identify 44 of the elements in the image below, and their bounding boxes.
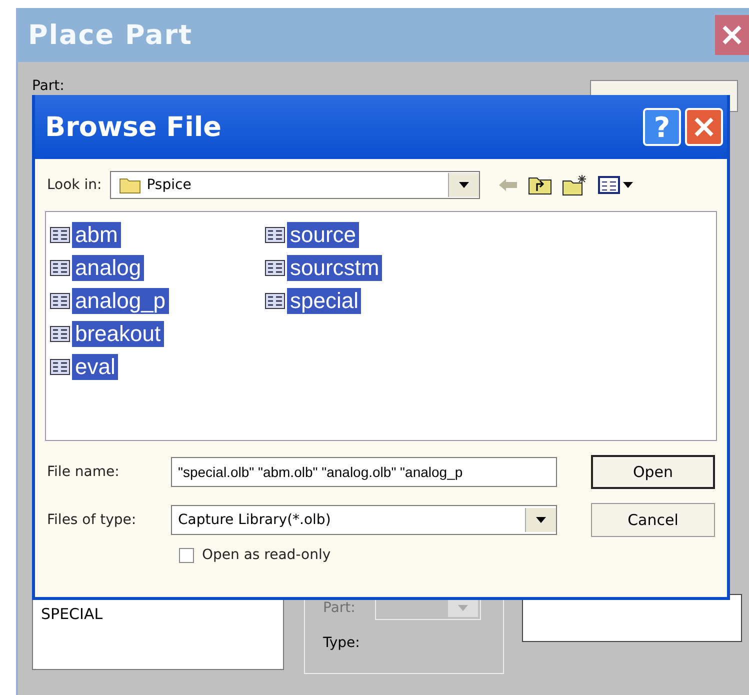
look-in-dropdown[interactable]: Pspice [110, 171, 480, 199]
file-item[interactable]: analog [72, 254, 144, 280]
library-file-icon [50, 292, 70, 308]
window-title: Place Part [28, 20, 192, 50]
file-item[interactable]: sourcstm [287, 254, 382, 280]
library-file-icon [50, 226, 70, 242]
file-item[interactable]: special [287, 288, 362, 314]
view-menu-icon[interactable] [598, 175, 634, 195]
file-item[interactable]: analog_p [72, 288, 169, 314]
caret-icon [458, 182, 469, 188]
file-item[interactable]: source [287, 222, 360, 248]
caret-icon [536, 517, 546, 523]
look-in-label: Look in: [47, 177, 102, 193]
library-file-icon [50, 260, 70, 276]
read-only-label: Open as read-only [202, 547, 331, 563]
library-file-icon [265, 260, 285, 276]
library-file-icon [265, 226, 285, 242]
read-only-checkbox[interactable] [179, 548, 194, 562]
file-item[interactable]: eval [72, 354, 118, 380]
file-name-label: File name: [47, 464, 120, 480]
file-item[interactable]: abm [72, 222, 121, 248]
part-label: Part: [32, 78, 64, 94]
file-name-field[interactable]: "special.olb" "abm.olb" "analog.olb" "analog_p [171, 457, 557, 487]
close-button[interactable] [685, 108, 723, 146]
part-label: Part: [323, 600, 356, 616]
file-type-label: Files of type: [47, 512, 138, 528]
library-file-icon [265, 292, 285, 308]
close-button[interactable] [715, 15, 749, 55]
caret-icon [458, 605, 468, 611]
cancel-button[interactable]: Cancel [591, 503, 715, 537]
dialog-title: Browse File [45, 112, 222, 142]
type-label: Type: [323, 635, 360, 651]
close-icon [721, 24, 743, 46]
new-folder-icon[interactable] [562, 174, 588, 196]
up-folder-icon[interactable] [528, 175, 552, 195]
library-item[interactable]: SPECIAL [41, 605, 275, 623]
file-type-dropdown[interactable]: Capture Library(*.olb) [171, 505, 557, 535]
file-item[interactable]: breakout [72, 320, 164, 346]
folder-icon [118, 176, 141, 194]
close-icon [693, 116, 715, 138]
library-file-icon [50, 326, 70, 342]
help-button[interactable]: ? [643, 108, 681, 146]
library-file-icon [50, 358, 70, 374]
open-button[interactable]: Open [591, 455, 715, 489]
